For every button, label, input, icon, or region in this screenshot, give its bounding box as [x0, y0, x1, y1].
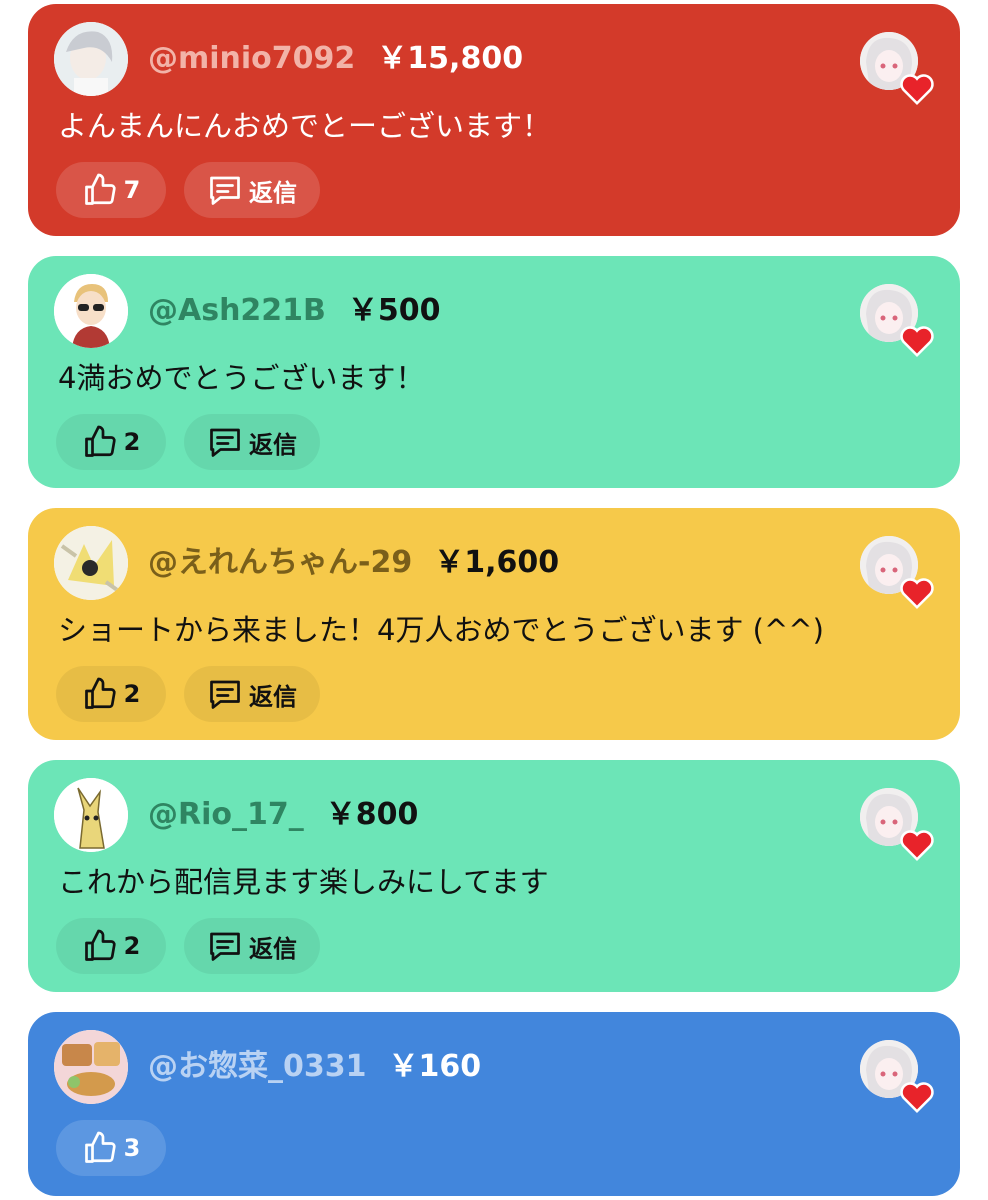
creator-heart-badge — [860, 284, 936, 360]
comment-text: ショートから来ました！4万人おめでとうございます (^^) — [58, 613, 824, 647]
superchat-amount: ￥1,600 — [434, 545, 560, 580]
creator-heart-badge — [860, 32, 936, 108]
heart-icon — [900, 830, 934, 862]
comment-author[interactable]: @Ash221B ￥500 — [148, 292, 441, 330]
superchat-amount: ￥15,800 — [377, 41, 524, 76]
comment-card: @えれんちゃん-29 ￥1,600 ショートから来ました！4万人おめでとうございま… — [28, 508, 960, 740]
heart-icon — [900, 578, 934, 610]
creator-heart-badge — [860, 788, 936, 864]
thumbs-up-icon — [84, 929, 116, 961]
comment-card: @minio7092 ￥15,800 よんまんにんおめでとーございます！ 7 返信 — [28, 4, 960, 236]
like-count: 7 — [123, 176, 141, 204]
superchat-amount: ￥160 — [388, 1049, 482, 1084]
comment-icon — [210, 176, 240, 205]
heart-icon — [900, 326, 934, 358]
thumbs-up-icon — [84, 677, 116, 709]
username[interactable]: @えれんちゃん-29 — [148, 545, 412, 580]
like-button[interactable]: 7 — [56, 162, 166, 218]
comment-author[interactable]: @minio7092 ￥15,800 — [148, 40, 523, 78]
comment-author[interactable]: @お惣菜_0331 ￥160 — [148, 1048, 481, 1086]
avatar[interactable] — [54, 22, 128, 96]
avatar[interactable] — [54, 778, 128, 852]
comment-card: @Rio_17_ ￥800 これから配信見ます楽しみにしてます 2 返信 — [28, 760, 960, 992]
heart-icon — [900, 1082, 934, 1114]
comment-icon — [210, 932, 240, 961]
reply-button[interactable]: 返信 — [184, 162, 320, 218]
comment-icon — [210, 680, 240, 709]
comment-author[interactable]: @Rio_17_ ￥800 — [148, 796, 418, 834]
thumbs-up-icon — [84, 425, 116, 457]
like-button[interactable]: 2 — [56, 414, 166, 470]
reply-label: 返信 — [249, 430, 297, 459]
like-button[interactable]: 2 — [56, 666, 166, 722]
reply-button[interactable]: 返信 — [184, 414, 320, 470]
reply-label: 返信 — [249, 682, 297, 711]
avatar[interactable] — [54, 1030, 128, 1104]
reply-button[interactable]: 返信 — [184, 666, 320, 722]
thumbs-up-icon — [84, 1131, 116, 1163]
superchat-amount: ￥500 — [347, 293, 441, 328]
comment-text: 4満おめでとうございます！ — [58, 361, 425, 395]
creator-heart-badge — [860, 536, 936, 612]
username[interactable]: @minio7092 — [148, 41, 355, 76]
reply-label: 返信 — [249, 178, 297, 207]
like-count: 2 — [123, 932, 141, 960]
heart-icon — [900, 74, 934, 106]
username[interactable]: @Ash221B — [148, 293, 326, 328]
avatar[interactable] — [54, 526, 128, 600]
reply-button[interactable]: 返信 — [184, 918, 320, 974]
superchat-amount: ￥800 — [325, 797, 419, 832]
comment-card: @Ash221B ￥500 4満おめでとうございます！ 2 返信 — [28, 256, 960, 488]
username[interactable]: @お惣菜_0331 — [148, 1049, 367, 1084]
reply-label: 返信 — [249, 934, 297, 963]
thumbs-up-icon — [84, 173, 116, 205]
like-button[interactable]: 3 — [56, 1120, 166, 1176]
comment-card: @お惣菜_0331 ￥160 3 — [28, 1012, 960, 1196]
comment-author[interactable]: @えれんちゃん-29 ￥1,600 — [148, 544, 559, 582]
comment-text: よんまんにんおめでとーございます！ — [58, 109, 552, 143]
like-count: 3 — [123, 1134, 141, 1162]
username[interactable]: @Rio_17_ — [148, 797, 304, 832]
comment-icon — [210, 428, 240, 457]
like-count: 2 — [123, 680, 141, 708]
avatar[interactable] — [54, 274, 128, 348]
creator-heart-badge — [860, 1040, 936, 1116]
comment-text: これから配信見ます楽しみにしてます — [58, 865, 549, 899]
like-count: 2 — [123, 428, 141, 456]
like-button[interactable]: 2 — [56, 918, 166, 974]
